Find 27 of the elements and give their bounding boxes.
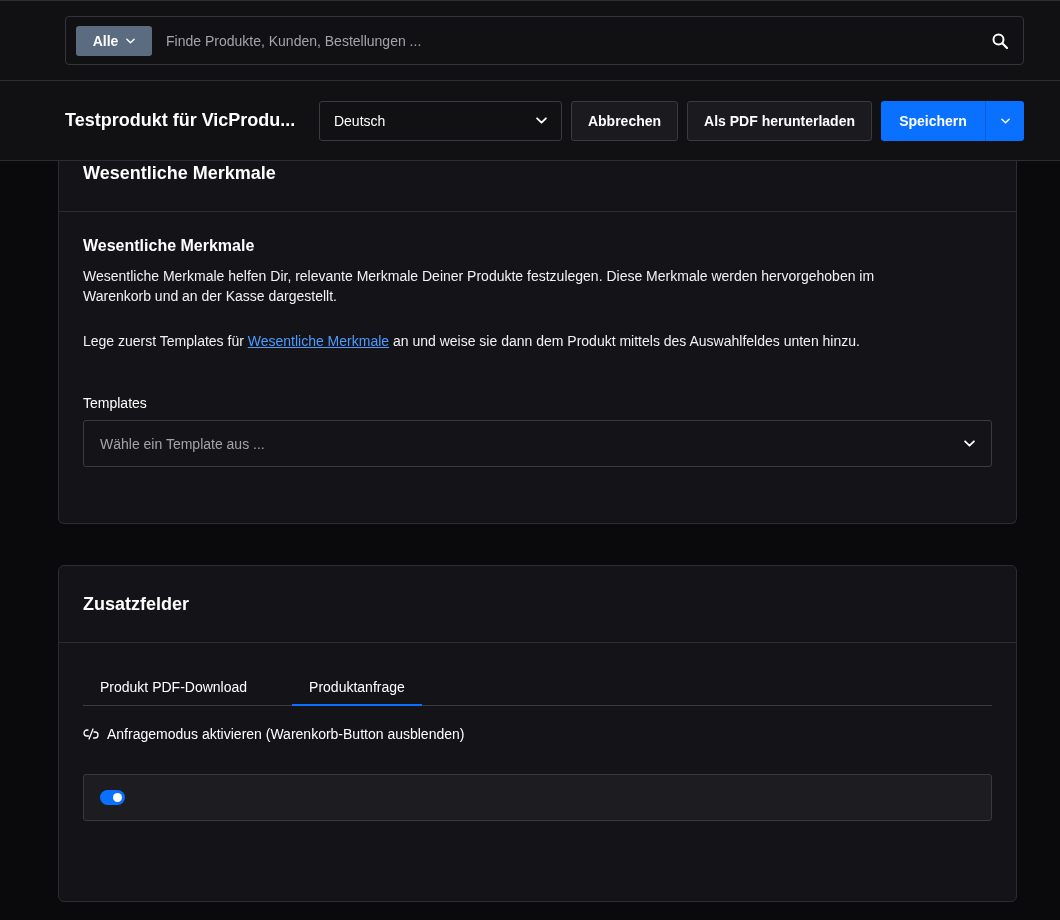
product-title: Testprodukt für VicProdu... xyxy=(65,110,296,131)
section-subtitle: Wesentliche Merkmale xyxy=(83,236,256,256)
description-text: Wesentliche Merkmale helfen Dir, relevante Merkmale Deiner Produkte festzulegen. Diese Merkmale werden hervorgehoben im Warenkorb und an der Kasse dargestellt. xyxy=(83,267,876,306)
field-label: Templates xyxy=(83,394,148,413)
save-button[interactable]: Speichern xyxy=(881,100,985,141)
caret-icon xyxy=(535,117,547,124)
features-link[interactable]: Wesentliche Merkmale xyxy=(247,333,390,349)
save-options-button[interactable] xyxy=(985,100,1024,141)
caret-icon xyxy=(964,440,975,447)
tab[interactable]: Produkt PDF-Download xyxy=(83,669,265,706)
caret-icon xyxy=(1000,117,1010,124)
broken-link-icon xyxy=(83,728,99,740)
search-icon[interactable] xyxy=(992,32,1008,49)
scope-dropdown-button[interactable]: Alle xyxy=(76,25,152,56)
header-button[interactable]: Als PDF herunterladen xyxy=(687,100,872,141)
card-title: Zusatzfelder xyxy=(83,593,190,615)
search-field[interactable]: Alle Finde Produkte, Kunden, Bestellungen ... xyxy=(65,16,1024,65)
search-input[interactable]: Finde Produkte, Kunden, Bestellungen ... xyxy=(166,28,992,53)
toggle-switch[interactable] xyxy=(100,790,125,805)
card-title: Wesentliche Merkmale xyxy=(83,163,276,184)
hint-text: Lege zuerst Templates für Wesentliche Merkmale an und weise sie dann dem Produkt mittels des Auswahlfeldes unten hinzu. xyxy=(83,332,861,351)
caret-icon xyxy=(126,37,136,44)
header-button[interactable]: Abbrechen xyxy=(570,100,679,141)
option-label: Anfragemodus aktivieren (Warenkorb-Button ausblenden) xyxy=(107,725,465,743)
templates-select[interactable]: Wähle ein Template aus ... xyxy=(83,420,992,467)
tab[interactable]: Produktanfrage xyxy=(292,669,422,706)
language-select[interactable]: Deutsch xyxy=(318,100,562,141)
